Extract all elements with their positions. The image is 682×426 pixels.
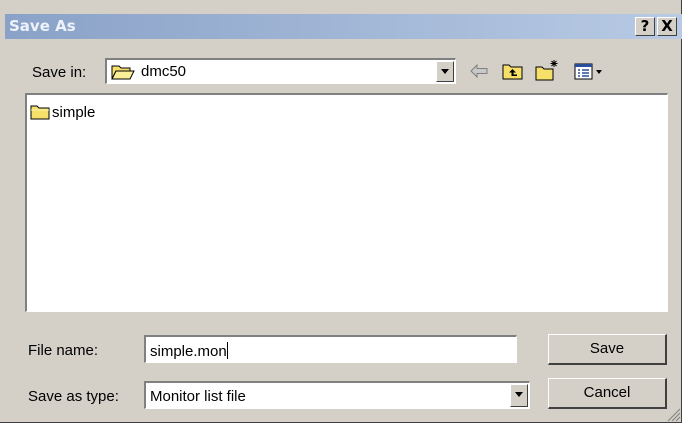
file-name-label: simple (52, 104, 96, 121)
back-arrow-icon[interactable] (466, 58, 492, 84)
save-in-dropdown[interactable]: dmc50 (105, 58, 456, 84)
file-name-label: File name: (28, 342, 99, 359)
save-as-type-dropdown-arrow[interactable] (510, 384, 528, 407)
up-one-level-icon[interactable] (500, 58, 526, 84)
save-as-type-dropdown[interactable]: Monitor list file (144, 381, 530, 409)
save-as-type-label: Save as type: (28, 388, 119, 405)
view-menu-icon[interactable] (572, 58, 618, 84)
title-bar[interactable]: Save As ? X (5, 14, 682, 39)
new-folder-icon[interactable] (534, 58, 560, 84)
resize-grip-icon[interactable] (665, 406, 681, 422)
save-in-value: dmc50 (141, 63, 187, 80)
save-in-dropdown-arrow[interactable] (436, 61, 454, 82)
save-as-dialog: Save As ? X Save in: dmc50 simple File n… (0, 0, 682, 423)
file-name-value: simple.mon (150, 343, 227, 360)
close-button[interactable]: X (657, 17, 677, 36)
cancel-button[interactable]: Cancel (548, 378, 667, 409)
save-as-type-value: Monitor list file (150, 388, 246, 405)
folder-icon (30, 104, 50, 124)
file-list[interactable]: simple (25, 93, 668, 312)
save-button[interactable]: Save (548, 334, 667, 365)
text-caret (226, 342, 228, 359)
help-button[interactable]: ? (635, 17, 655, 36)
window-title: Save As (9, 17, 76, 35)
file-name-input[interactable]: simple.mon (144, 335, 517, 363)
open-folder-icon (111, 63, 135, 85)
save-in-label: Save in: (32, 64, 87, 81)
